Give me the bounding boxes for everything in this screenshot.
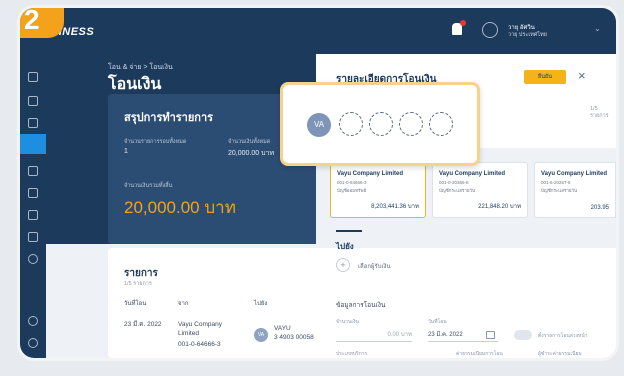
home-icon[interactable] [28,72,38,82]
wallet-icon[interactable] [28,166,38,176]
column-header-to[interactable]: ไปยัง [254,298,267,308]
payee-avatar: VA [254,328,268,342]
account-number: 001-0-64666-3 [337,180,367,185]
payee-avatar-va[interactable]: VA [307,113,331,137]
summary-title: สรุปการทำรายการ [124,112,214,124]
total-label: จำนวนเงินรวมทั้งสิ้น [124,183,173,189]
list-title: รายการ [124,268,158,279]
account-card[interactable]: Vayu Company Limited 001-6-20267-8 บัญชี… [534,162,616,218]
tag-icon[interactable] [28,188,38,198]
payer-label: ผู้ชำระค่าธรรมเนียม [538,351,582,357]
transfer-info-section: ข้อมูลการโอนเงิน [336,302,386,309]
file-icon[interactable] [28,210,38,220]
settings-icon[interactable] [28,316,38,326]
sidebar [20,54,46,358]
calendar-icon[interactable] [486,331,495,339]
help-icon[interactable] [28,338,38,348]
row-to-name: VAYU [274,325,291,332]
schedule-toggle[interactable] [514,330,532,340]
amount-label: จำนวนเงิน [336,319,359,325]
app-window: KrungthaiBUSINESS วายุ อัศวิน วายุ ประเท… [20,8,616,358]
clock-icon[interactable] [28,254,38,264]
add-payee-label[interactable]: เลือกผู้รับเงิน [358,261,391,271]
top-bar: KrungthaiBUSINESS วายุ อัศวิน วายุ ประเท… [20,8,616,54]
list-subtitle: 1/5 รายการ [124,281,152,287]
amount-label: จำนวนเงินทั้งหมด [228,139,271,145]
account-type: บัญชีออมทรัพย์ [337,188,367,193]
people-icon[interactable] [28,232,38,242]
step-badge: 2 [20,8,64,38]
count-value: 1 [124,148,128,155]
account-card[interactable]: Vayu Company Limited 001-0-20365-8 บัญชี… [432,162,528,218]
total-value: 20,000.00 บาท [124,198,236,217]
empty-payee-slot[interactable] [369,112,393,136]
confirm-button[interactable]: ยืนยัน [524,70,566,84]
account-number: 001-6-20267-8 [541,180,571,185]
date-label: วันที่โอน [428,319,447,325]
add-payee-icon[interactable]: + [336,258,350,272]
account-balance: 221,848.20 บาท [478,204,521,210]
transaction-list-card: รายการ 1/5 รายการ วันที่โอน จาก ไปยัง ต … [108,248,348,358]
account-type: บัญชีกระแสรายวัน [541,188,578,193]
close-icon[interactable]: × [578,68,586,83]
transfer-icon[interactable] [20,134,46,154]
account-number: 001-0-20365-8 [439,180,469,185]
account-balance: 203.95 [590,205,609,211]
fee-label: ค่าธรรมเนียมการโอน [456,351,503,357]
account-card[interactable]: Vayu Company Limited 001-0-64666-3 บัญชี… [330,162,426,218]
empty-payee-slot[interactable] [429,112,453,136]
to-label: ไปยัง [336,242,354,251]
payee-selection-popup: VA [280,82,480,166]
account-balance: 8,203,441.36 บาท [371,204,419,210]
schedule-label: ตั้งรายการโอนล่วงหน้า [538,333,588,339]
account-name: Vayu Company Limited [337,171,404,177]
row-from-name: Vayu Company Limited [178,321,222,337]
row-from-account: 001-0-64666-3 [178,341,221,348]
account-name: Vayu Company Limited [439,171,506,177]
amount-value: 20,000.00 บาท [228,150,275,157]
column-header-date[interactable]: วันที่โอน [124,298,146,308]
document-icon[interactable] [28,96,38,106]
row-date: 23 มี.ค. 2022 [124,321,162,328]
card-icon[interactable] [28,118,38,128]
count-label: จำนวนรายการรอบทั้งหมด [124,139,187,145]
to-underline [336,230,362,232]
user-avatar-icon[interactable] [482,22,498,38]
panel-count: 1/5 รายการ [590,106,609,119]
service-label: ประเภทบริการ [336,351,368,357]
account-name: Vayu Company Limited [541,171,608,177]
account-type: บัญชีกระแสรายวัน [439,188,476,193]
column-header-from[interactable]: จาก [178,298,189,308]
empty-payee-slot[interactable] [399,112,423,136]
empty-payee-slot[interactable] [339,112,363,136]
amount-input[interactable]: 0.00 บาท [336,328,412,342]
company-name: วายุ ประเทศไทย [508,32,547,38]
notification-dot [460,20,466,26]
chevron-down-icon[interactable]: ⌄ [594,24,601,33]
